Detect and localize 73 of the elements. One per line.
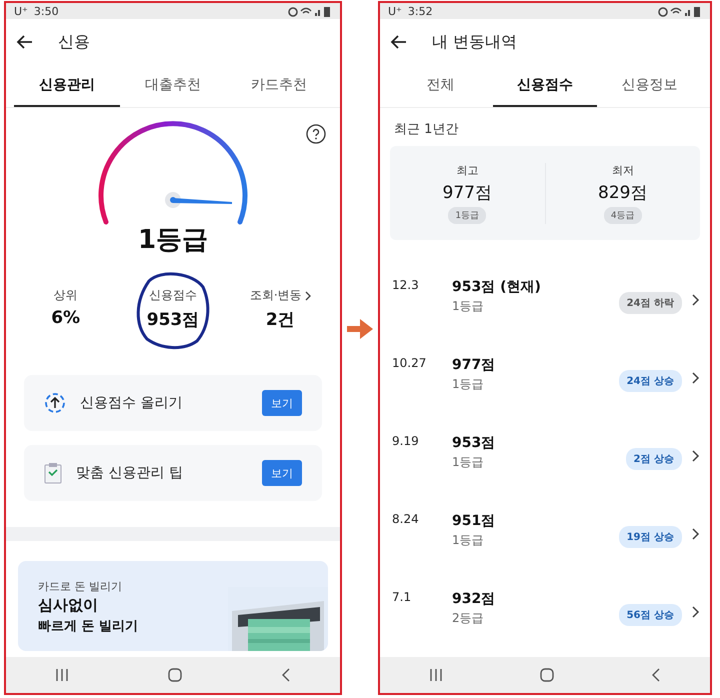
- tab[interactable]: 신용관리: [14, 65, 120, 107]
- view-button[interactable]: 보기: [262, 390, 302, 416]
- stat-label: 상위: [54, 287, 78, 304]
- chevron-right-icon: [692, 294, 700, 306]
- stat-label: 신용점수: [148, 287, 197, 304]
- history-grade: 1등급: [452, 298, 485, 315]
- view-button[interactable]: 보기: [262, 460, 302, 486]
- status-bar-time: 3:52: [408, 4, 433, 18]
- tab[interactable]: 신용정보: [597, 65, 702, 107]
- promo-subtitle: 빠르게 돈 빌리기: [38, 618, 140, 635]
- chevron-right-icon: [692, 450, 700, 462]
- status-icons-drawing: [288, 6, 332, 16]
- history-score: 977점: [452, 356, 496, 374]
- history-score: 951점: [452, 512, 496, 530]
- score-change-chip: 24점 하락: [618, 292, 682, 314]
- history-grade: 1등급: [452, 532, 485, 549]
- tab[interactable]: 대출추천: [120, 65, 226, 107]
- stat-value: 6%: [51, 308, 80, 328]
- action-label: 신용점수 올리기: [80, 394, 184, 412]
- screen-title: 내 변동내역: [432, 32, 518, 52]
- action-label: 맞춤 신용관리 팁: [76, 464, 184, 482]
- credit-grade: 1등급: [138, 224, 208, 257]
- history-date: 10.27: [392, 356, 428, 370]
- status-bar-carrier: U⁺: [14, 4, 28, 18]
- tab[interactable]: 카드추천: [226, 65, 332, 107]
- history-grade: 2등급: [452, 610, 485, 627]
- history-date: 9.19: [392, 434, 420, 448]
- promo-title: 심사없이: [38, 596, 99, 615]
- back-button[interactable]: [390, 33, 408, 51]
- chevron-right-icon[interactable]: [304, 290, 311, 300]
- stat-value: 2건: [266, 309, 295, 331]
- recent-apps-button[interactable]: [428, 669, 443, 681]
- grade-chip: 1등급: [448, 206, 486, 224]
- back-nav-button[interactable]: [651, 668, 662, 682]
- back-button[interactable]: [16, 33, 34, 51]
- stat-link[interactable]: 조회·변동: [250, 287, 302, 304]
- period-label: 최근 1년간: [393, 121, 460, 139]
- status-bar-time: 3:50: [34, 4, 59, 18]
- summary-score: 829점: [598, 182, 648, 204]
- back-nav-button[interactable]: [280, 668, 291, 682]
- history-score: 932점: [452, 590, 496, 608]
- arrow-up-circle-icon: [44, 392, 66, 414]
- stat-value: 953점: [146, 309, 200, 331]
- arrow-right-icon: [347, 318, 373, 340]
- history-grade: 1등급: [452, 454, 485, 471]
- home-button[interactable]: [168, 668, 182, 682]
- history-date: 8.24: [392, 512, 420, 526]
- help-icon[interactable]: [306, 124, 326, 144]
- grade-chip: 4등급: [604, 206, 642, 224]
- clipboard-check-icon: [44, 462, 62, 484]
- tab[interactable]: 신용점수: [492, 65, 598, 107]
- chevron-right-icon: [692, 606, 700, 618]
- score-change-chip: 24점 상승: [618, 370, 682, 392]
- status-icons-drawing: [658, 6, 702, 16]
- history-score: 953점: [452, 434, 496, 452]
- screen-title: 신용: [58, 32, 90, 52]
- history-date: 12.3: [392, 278, 420, 292]
- summary-label: 최저: [612, 162, 634, 178]
- history-score: 953점 (현재): [452, 278, 542, 296]
- status-bar-carrier: U⁺: [388, 4, 402, 18]
- tab[interactable]: 전체: [388, 65, 493, 107]
- score-change-chip: 56점 상승: [618, 604, 682, 626]
- history-grade: 1등급: [452, 376, 485, 393]
- promo-eyebrow: 카드로 돈 빌리기: [38, 579, 123, 594]
- chevron-right-icon: [692, 372, 700, 384]
- home-button[interactable]: [540, 668, 554, 682]
- summary-label: 최고: [456, 162, 478, 178]
- score-change-chip: 2점 상승: [626, 448, 682, 470]
- chevron-right-icon: [692, 528, 700, 540]
- history-date: 7.1: [392, 590, 412, 604]
- score-change-chip: 19점 상승: [618, 526, 682, 548]
- summary-score: 977점: [442, 182, 492, 204]
- recent-apps-button[interactable]: [55, 669, 70, 681]
